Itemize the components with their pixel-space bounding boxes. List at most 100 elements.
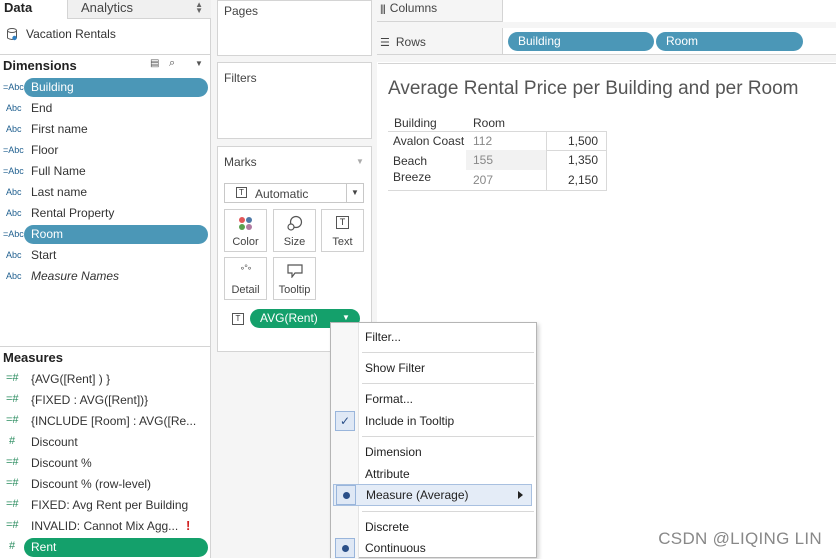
view-title: Average Rental Price per Building and pe… xyxy=(388,78,799,99)
tooltip-icon xyxy=(287,264,303,278)
menu-item-filter[interactable]: Filter... xyxy=(331,326,536,348)
measure-field[interactable]: =# INVALID: Cannot Mix Agg... ! xyxy=(0,516,211,537)
dimension-field-floor[interactable]: =Abc Floor xyxy=(0,140,211,161)
context-menu: Filter... Show Filter Format... ✓ Includ… xyxy=(330,322,537,559)
dimension-field-last-name[interactable]: Abc Last name xyxy=(0,182,211,203)
building-cell[interactable]: Beach Breeze xyxy=(393,153,463,185)
pill-dropdown-icon[interactable]: ▼ xyxy=(342,313,350,322)
menu-item-measure-average[interactable]: Measure (Average) xyxy=(333,484,532,506)
value-cell[interactable]: 2,150 xyxy=(568,173,598,187)
tab-data[interactable]: Data xyxy=(0,0,68,19)
table-right-border xyxy=(606,131,607,191)
field-label: Room xyxy=(31,227,64,241)
measure-field[interactable]: =# {AVG([Rent] ) } xyxy=(0,369,211,390)
tab-analytics[interactable]: Analytics ▲ ▼ xyxy=(68,0,211,19)
field-label: Rent xyxy=(31,540,57,554)
room-cell[interactable]: 155 xyxy=(473,153,493,167)
menu-item-discrete[interactable]: Discrete xyxy=(331,516,536,538)
row-pill-building[interactable]: Building xyxy=(508,32,654,51)
menu-item-label: Dimension xyxy=(365,445,422,459)
measures-title: Measures xyxy=(3,350,63,365)
measure-field[interactable]: =# {FIXED : AVG([Rent])} xyxy=(0,390,211,411)
filters-title: Filters xyxy=(224,71,257,85)
menu-item-include-in-tooltip[interactable]: ✓ Include in Tooltip xyxy=(331,410,536,432)
columns-shelf[interactable]: ||| Columns xyxy=(377,0,836,22)
detail-label: Detail xyxy=(231,284,260,296)
rows-shelf[interactable]: ☰ Rows Building Room xyxy=(377,28,836,55)
field-label: FIXED: Avg Rent per Building xyxy=(31,498,189,512)
list-view-icon[interactable]: ▤ xyxy=(150,58,159,69)
size-label: Size xyxy=(283,236,306,248)
menu-item-continuous[interactable]: Continuous xyxy=(331,537,536,559)
dimension-field-room[interactable]: =Abc Room xyxy=(0,224,211,245)
room-cell[interactable]: 207 xyxy=(473,173,493,187)
columns-drop-zone[interactable] xyxy=(502,0,836,22)
building-cell[interactable]: Avalon Coast xyxy=(393,134,464,148)
sort-updown-icon[interactable]: ▲ ▼ xyxy=(195,1,203,15)
detail-icon: ∘°∘ xyxy=(239,263,253,273)
field-label: Building xyxy=(31,80,74,94)
datasource-item[interactable]: Vacation Rentals xyxy=(0,24,211,46)
tooltip-label: Tooltip xyxy=(278,284,311,296)
menu-separator xyxy=(362,383,534,384)
menu-item-dimension[interactable]: Dimension xyxy=(331,441,536,463)
pages-card[interactable]: Pages xyxy=(217,0,372,56)
marks-menu-icon[interactable]: ▼ xyxy=(356,157,364,166)
pane-tabs: Data Analytics ▲ ▼ xyxy=(0,0,211,19)
watermark: CSDN @LIQING LIN xyxy=(658,529,822,548)
menu-dropdown-icon[interactable]: ▼ xyxy=(195,59,203,68)
value-cell[interactable]: 1,350 xyxy=(568,153,598,167)
calc-number-icon: =# xyxy=(6,414,19,426)
mark-type-dropdown[interactable]: T Automatic ▼ xyxy=(224,183,364,203)
dimension-field-full-name[interactable]: =Abc Full Name xyxy=(0,161,211,182)
header-building[interactable]: Building xyxy=(394,116,437,130)
text-encoding-icon: T xyxy=(232,313,244,325)
dimension-field-first-name[interactable]: Abc First name xyxy=(0,119,211,140)
menu-separator xyxy=(362,352,534,353)
measure-field[interactable]: =# {INCLUDE [Room] : AVG([Re... xyxy=(0,411,211,432)
dimension-field-building[interactable]: =Abc Building xyxy=(0,77,211,98)
columns-icon: ||| xyxy=(380,4,386,15)
dimension-field-measure-names[interactable]: Abc Measure Names xyxy=(0,266,211,287)
number-icon: # xyxy=(9,435,16,447)
rows-drop-zone[interactable]: Building Room xyxy=(502,28,836,54)
menu-item-format[interactable]: Format... xyxy=(331,388,536,410)
chevron-down-icon: ▼ xyxy=(351,188,359,197)
menu-item-attribute[interactable]: Attribute xyxy=(331,463,536,485)
radio-selected-icon xyxy=(336,485,356,505)
dimension-field-end[interactable]: Abc End xyxy=(0,98,211,119)
menu-item-label: Format... xyxy=(365,392,414,406)
error-icon: ! xyxy=(186,518,191,533)
radio-selected-icon xyxy=(335,538,355,558)
measure-field-discount[interactable]: # Discount xyxy=(0,432,211,453)
dimension-field-rental-property[interactable]: Abc Rental Property xyxy=(0,203,211,224)
color-button[interactable]: Color xyxy=(224,209,267,252)
field-label: Last name xyxy=(31,185,88,199)
text-button[interactable]: T Text xyxy=(321,209,364,252)
dimension-field-start[interactable]: Abc Start xyxy=(0,245,211,266)
calc-string-icon: =Abc xyxy=(3,82,24,92)
search-icon[interactable]: ⌕ xyxy=(169,57,175,70)
room-cell[interactable]: 112 xyxy=(473,134,492,148)
field-label: Measure Names xyxy=(31,269,120,283)
field-label: {FIXED : AVG([Rent])} xyxy=(31,393,149,407)
color-icon xyxy=(239,217,252,230)
measure-field[interactable]: =# FIXED: Avg Rent per Building xyxy=(0,495,211,516)
submenu-arrow-icon xyxy=(518,491,523,499)
tooltip-button[interactable]: Tooltip xyxy=(273,257,316,300)
menu-item-label: Discrete xyxy=(365,520,410,534)
header-room[interactable]: Room xyxy=(473,116,505,130)
value-cell[interactable]: 1,500 xyxy=(568,134,598,148)
menu-item-show-filter[interactable]: Show Filter xyxy=(331,357,536,379)
filters-card[interactable]: Filters xyxy=(217,62,372,139)
measure-field[interactable]: =# Discount % xyxy=(0,453,211,474)
detail-button[interactable]: ∘°∘ Detail xyxy=(224,257,267,300)
measure-field-rent[interactable]: # Rent xyxy=(0,537,211,558)
database-icon xyxy=(7,28,17,41)
field-label: Discount % xyxy=(31,456,92,470)
row-pill-room[interactable]: Room xyxy=(656,32,803,51)
calc-number-icon: =# xyxy=(6,372,19,384)
size-button[interactable]: Size xyxy=(273,209,316,252)
measure-field[interactable]: =# Discount % (row-level) xyxy=(0,474,211,495)
field-label: End xyxy=(31,101,53,115)
